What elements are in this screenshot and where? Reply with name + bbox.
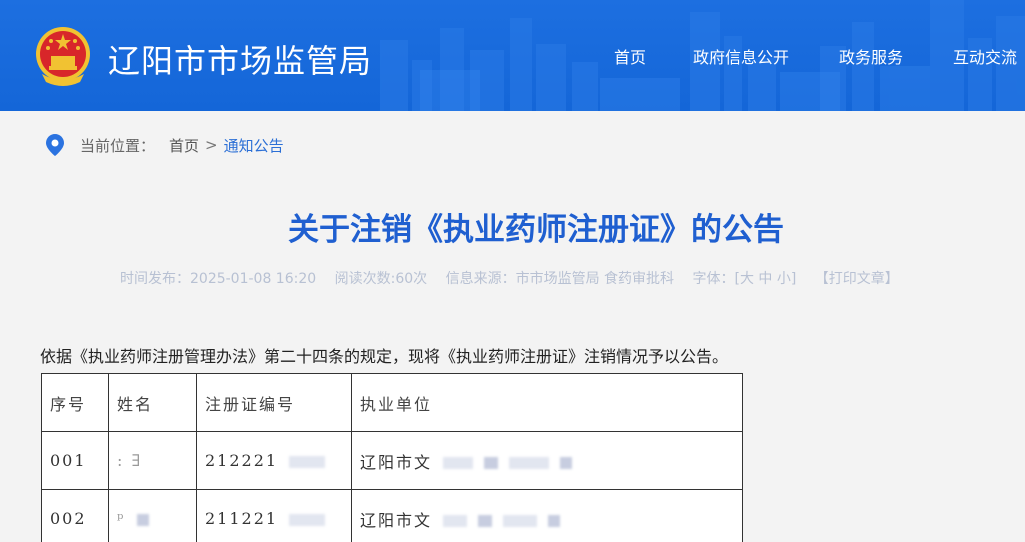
cell-unit-text: 辽阳市文: [360, 510, 433, 530]
breadcrumb-home-link[interactable]: 首页: [169, 135, 199, 156]
table-row: 002 ᵖ 211221 辽阳市文: [41, 489, 743, 542]
site-header: 辽阳市市场监管局 首页 政府信息公开 政务服务 互动交流: [0, 0, 1025, 111]
redacted-block: [443, 515, 468, 527]
cell-no: 002: [41, 489, 109, 542]
nav-item-gov-info[interactable]: 政府信息公开: [693, 44, 789, 68]
location-pin-icon: [46, 134, 64, 156]
cell-no: 001: [41, 431, 109, 490]
column-header-unit: 执业单位: [351, 373, 743, 432]
redacted-block: [509, 457, 550, 469]
article-meta: 时间发布：2025-01-08 16:20 阅读次数:60次 信息来源：市市场监…: [120, 268, 913, 288]
breadcrumb-label: 当前位置：: [80, 136, 156, 155]
article-intro: 依据《执业药师注册管理办法》第二十四条的规定，现将《执业药师注册证》注销情况予以…: [40, 347, 729, 366]
nav-item-interaction[interactable]: 互动交流: [953, 44, 1017, 68]
nav-item-services[interactable]: 政务服务: [839, 44, 903, 68]
breadcrumb-current-link[interactable]: 通知公告: [224, 135, 284, 156]
column-header-no: 序号: [41, 373, 109, 432]
column-header-name: 姓名: [108, 373, 197, 432]
cell-unit: 辽阳市文: [351, 431, 743, 490]
font-size-control[interactable]: 字体：[大 中 小]: [693, 271, 797, 287]
redacted-block: [443, 457, 474, 469]
breadcrumb-separator: >: [205, 136, 218, 154]
cell-cert: 211221: [196, 489, 352, 542]
redacted-block: [503, 515, 538, 527]
print-article-link[interactable]: 【打印文章】: [815, 271, 899, 287]
table-header-row: 序号 姓名 注册证编号 执业单位: [41, 373, 743, 432]
publish-time: 时间发布：2025-01-08 16:20: [120, 271, 317, 287]
cell-name-text: : ∃: [117, 451, 143, 470]
cell-unit: 辽阳市文: [351, 489, 743, 542]
column-header-cert: 注册证编号: [196, 373, 352, 432]
cell-name: ᵖ: [108, 489, 197, 542]
redacted-block: [136, 513, 149, 526]
cell-name: : ∃: [108, 431, 197, 490]
article-title: 关于注销《执业药师注册证》的公告: [288, 212, 784, 248]
breadcrumb: 当前位置： 首页 > 通知公告: [46, 134, 284, 156]
cell-cert-text: 211221: [205, 509, 279, 528]
redacted-block: [289, 513, 326, 526]
cell-unit-text: 辽阳市文: [360, 452, 433, 472]
read-count: 阅读次数:60次: [334, 271, 428, 287]
registration-table: 序号 姓名 注册证编号 执业单位 001 : ∃ 212221 辽阳市文 002…: [41, 373, 743, 542]
cell-cert: 212221: [196, 431, 352, 490]
cell-cert-text: 212221: [205, 451, 279, 470]
redacted-block: [484, 457, 499, 469]
nav-item-home[interactable]: 首页: [614, 44, 646, 68]
redacted-block: [548, 515, 561, 527]
redacted-block: [560, 457, 573, 469]
redacted-block: [478, 515, 493, 527]
cell-name-text: ᵖ: [117, 509, 126, 528]
table-row: 001 : ∃ 212221 辽阳市文: [41, 431, 743, 490]
main-nav: 首页 政府信息公开 政务服务 互动交流: [0, 44, 1025, 68]
info-source: 信息来源：市市场监管局 食药审批科: [445, 271, 675, 287]
redacted-block: [289, 455, 326, 468]
